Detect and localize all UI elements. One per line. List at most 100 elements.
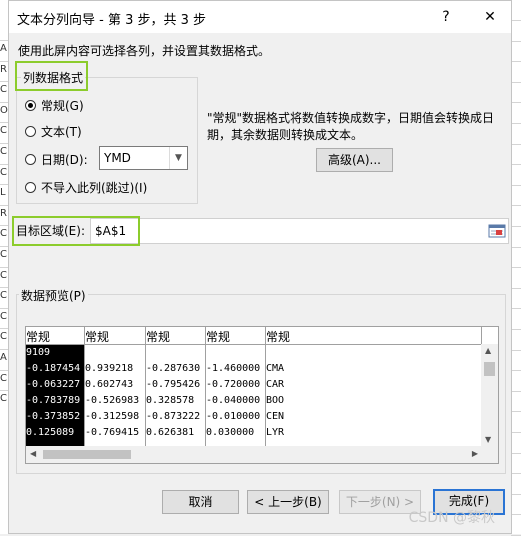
sheet-gridline xyxy=(0,101,8,103)
radio-general-dot[interactable] xyxy=(25,99,36,111)
sheet-gridline xyxy=(0,143,8,144)
back-button[interactable]: < 上一步(B) xyxy=(247,490,329,514)
sheet-gridline xyxy=(0,349,8,350)
radio-skip-dot[interactable] xyxy=(25,181,36,193)
cell: -0.312598 xyxy=(85,411,140,422)
preview-column-3[interactable]: -0.287630 -0.795426 0.328578 -0.873222 0… xyxy=(145,345,205,447)
chevron-down-icon[interactable]: ▼ xyxy=(169,147,187,169)
watermark: CSDN @黎秋 xyxy=(408,510,495,526)
cell: -0.373852 xyxy=(26,411,81,422)
highlight-box-destination xyxy=(12,216,140,246)
cell xyxy=(146,345,205,361)
radio-text-dot[interactable] xyxy=(25,125,36,137)
cell: -1.460000 xyxy=(206,363,261,374)
cell: CAR xyxy=(266,379,285,390)
scroll-thumb[interactable] xyxy=(484,362,495,376)
sheet-gridline xyxy=(511,61,521,63)
radio-skip[interactable]: 不导入此列(跳过)(I) xyxy=(25,179,147,195)
radio-general[interactable]: 常规(G) xyxy=(25,97,84,113)
preview-column-2[interactable]: 0.939218 0.602743 -0.526983 -0.312598 -0… xyxy=(84,345,145,447)
preview-header-5[interactable]: 常规 xyxy=(266,328,290,345)
sheet-gridline xyxy=(511,226,521,227)
cell: BOO xyxy=(266,395,285,406)
radio-general-label: 常规(G) xyxy=(41,98,84,113)
sheet-gridline xyxy=(0,328,8,330)
radio-date-dot[interactable] xyxy=(25,153,36,165)
instruction-text: 使用此屏内容可选择各列，并设置其数据格式。 xyxy=(18,44,271,58)
radio-text[interactable]: 文本(T) xyxy=(25,123,82,139)
sheet-gridline xyxy=(0,40,8,41)
title-bar: 文本分列向导 - 第 3 步，共 3 步 ? ✕ xyxy=(9,1,511,33)
format-description: "常规"数据格式将数值转换成数字，日期值会转换成日期，其余数据则转换成文本。 xyxy=(207,111,495,142)
preview-horizontal-scrollbar[interactable]: ◀ ▶ xyxy=(26,446,498,463)
destination-input[interactable]: $A$1 xyxy=(90,218,509,244)
sheet-gridline xyxy=(511,102,521,104)
close-button[interactable]: ✕ xyxy=(477,5,503,29)
range-select-icon[interactable] xyxy=(488,222,506,240)
sheet-row-letter: R xyxy=(0,63,7,75)
sheet-gridline xyxy=(0,81,8,83)
sheet-gridline xyxy=(0,184,8,186)
sheet-row-letter: L xyxy=(0,187,6,199)
scroll-left-icon[interactable]: ◀ xyxy=(30,449,36,458)
sheet-gridline xyxy=(0,163,8,165)
radio-skip-label: 不导入此列(跳过)(I) xyxy=(41,180,148,195)
preview-vertical-scrollbar[interactable]: ▲ ▼ xyxy=(481,344,498,446)
cell xyxy=(206,345,265,361)
sheet-row-letter: C xyxy=(0,269,7,281)
sheet-row-letter: R xyxy=(0,207,7,219)
cell: CEN xyxy=(266,411,285,422)
sheet-gridline xyxy=(511,287,521,289)
cell: 0.939218 xyxy=(85,363,134,374)
sheet-gridline xyxy=(0,60,8,62)
preview-label: 数据预览(P) xyxy=(19,287,88,304)
sheet-gridline xyxy=(511,308,521,310)
preview-column-4[interactable]: -1.460000 -0.720000 -0.040000 -0.010000 … xyxy=(205,345,265,447)
sheet-gridline xyxy=(511,267,521,269)
preview-header-3[interactable]: 常规 xyxy=(146,328,170,345)
sheet-gridline xyxy=(0,204,8,206)
cell: -0.063227 xyxy=(26,379,81,390)
text-to-columns-dialog: 文本分列向导 - 第 3 步，共 3 步 ? ✕ 使用此屏内容可选择各列，并设置… xyxy=(8,0,512,534)
date-format-select[interactable]: YMD ▼ xyxy=(99,146,188,170)
sheet-gridline xyxy=(0,246,8,247)
radio-date[interactable]: 日期(D): xyxy=(25,151,88,167)
cell: 0.030000 xyxy=(206,427,255,438)
data-preview-grid[interactable]: 常规 常规 常规 常规 常规 9109 -0.187454 -0.063227 … xyxy=(25,326,499,464)
sheet-gridline xyxy=(511,246,521,248)
advanced-button[interactable]: 高级(A)... xyxy=(316,148,393,172)
sheet-row-letter: C xyxy=(0,125,7,137)
sheet-gridline xyxy=(511,452,521,454)
cell: -0.769415 xyxy=(85,427,140,438)
cell: CMA xyxy=(266,363,285,374)
sheet-gridline xyxy=(511,123,521,124)
cell: -0.010000 xyxy=(206,411,261,422)
scroll-thumb[interactable] xyxy=(43,450,131,459)
sheet-gridline xyxy=(511,184,521,186)
highlight-box-format xyxy=(15,61,88,91)
cancel-button[interactable]: 取消 xyxy=(162,490,239,514)
help-button[interactable]: ? xyxy=(433,5,459,29)
preview-header-1[interactable]: 常规 xyxy=(26,328,50,345)
sheet-gridline xyxy=(0,225,8,227)
preview-header-4[interactable]: 常规 xyxy=(206,328,230,345)
cell: -0.287630 xyxy=(146,363,201,374)
sheet-gridline xyxy=(511,514,521,516)
sheet-gridline xyxy=(0,369,8,371)
scroll-down-icon[interactable]: ▼ xyxy=(485,435,491,444)
cell: LYR xyxy=(266,427,285,438)
cell: -0.526983 xyxy=(85,395,140,406)
cell: -0.040000 xyxy=(206,395,261,406)
cell: -0.720000 xyxy=(206,379,261,390)
sheet-row-letter: A xyxy=(0,352,7,363)
preview-header-2[interactable]: 常规 xyxy=(85,328,109,345)
scroll-up-icon[interactable]: ▲ xyxy=(485,346,491,355)
sheet-row-letter: C xyxy=(0,166,7,178)
sheet-row-letter: C xyxy=(0,310,7,322)
cell xyxy=(266,345,326,361)
preview-column-5[interactable]: CMA CAR BOO CEN LYR xyxy=(265,345,326,447)
scroll-right-icon[interactable]: ▶ xyxy=(472,449,478,458)
sheet-gridline xyxy=(511,390,521,392)
preview-column-1[interactable]: 9109 -0.187454 -0.063227 -0.783789 -0.37… xyxy=(26,345,84,447)
date-format-value: YMD xyxy=(104,151,131,165)
